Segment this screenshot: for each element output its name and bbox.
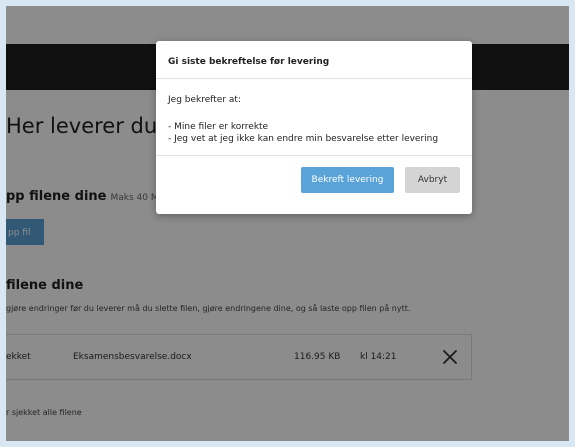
dialog-divider — [156, 155, 472, 156]
dialog-title: Gi siste bekreftelse før levering — [168, 57, 330, 67]
list-item: - Mine filer er korrekte — [168, 122, 269, 132]
cancel-button[interactable]: Avbryt — [405, 167, 460, 193]
dialog-intro: Jeg bekrefter at: — [168, 95, 241, 105]
dialog-confirmation-list: - Mine filer er korrekte - Jeg vet at je… — [168, 121, 438, 145]
browser-viewport: Her leverer du filer pp filene dine Maks … — [6, 6, 569, 441]
dialog-divider — [156, 78, 472, 79]
list-item: - Jeg vet at jeg ikke kan endre min besv… — [168, 134, 439, 144]
confirmation-dialog: Gi siste bekreftelse før levering Jeg be… — [156, 41, 472, 214]
confirm-delivery-button[interactable]: Bekreft levering — [301, 167, 394, 193]
